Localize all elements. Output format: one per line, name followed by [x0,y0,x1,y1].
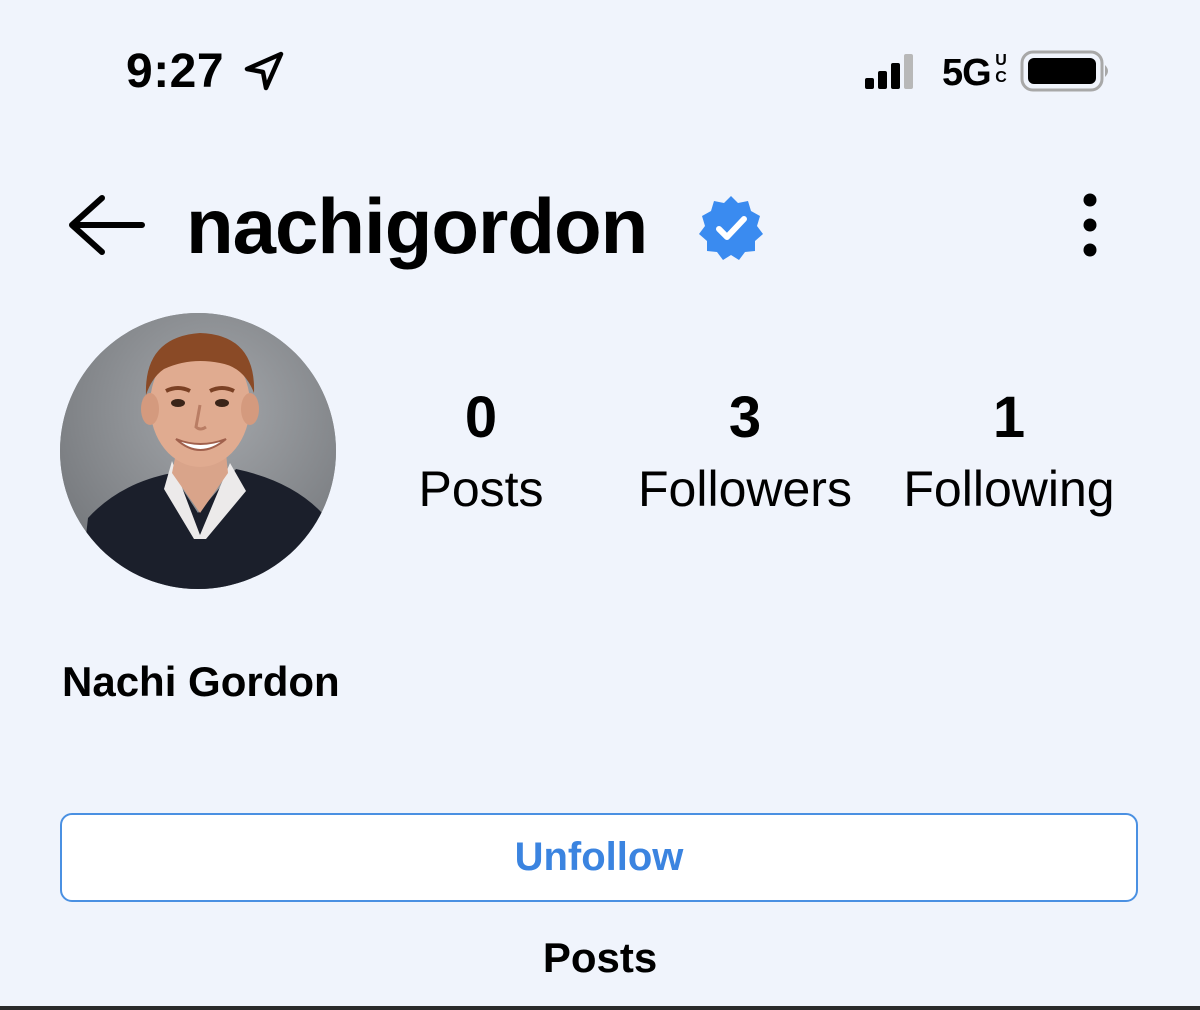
cellular-signal-icon [865,54,913,89]
network-badge: U C [994,52,1008,86]
status-bar: 9:27 5G U C [0,0,1200,140]
following-count: 1 [992,385,1026,450]
divider [0,1006,1200,1010]
network-badge-top: U [995,52,1007,69]
profile-header: nachigordon [0,170,1200,280]
network-badge-bottom: C [995,69,1007,86]
followers-stat[interactable]: 3 Followers [620,385,870,519]
unfollow-button[interactable]: Unfollow [60,813,1138,902]
avatar-photo [60,313,336,589]
location-arrow-icon [244,51,284,91]
more-options-icon[interactable] [1072,190,1108,260]
profile-username: nachigordon [186,182,648,270]
profile-avatar[interactable] [60,313,336,589]
back-arrow-icon[interactable] [66,192,146,258]
followers-label: Followers [638,461,852,517]
posts-count: 0 [464,385,498,450]
followers-count: 3 [728,385,762,450]
posts-label: Posts [418,461,544,517]
battery-icon [1020,50,1108,92]
tab-posts[interactable]: Posts [500,932,700,984]
verified-badge-icon [699,196,763,260]
status-time: 9:27 [126,45,225,98]
posts-stat[interactable]: 0 Posts [400,385,562,519]
network-type-label: 5G [942,52,992,94]
profile-display-name: Nachi Gordon [62,658,340,705]
following-label: Following [903,461,1115,517]
following-stat[interactable]: 1 Following [888,385,1130,519]
